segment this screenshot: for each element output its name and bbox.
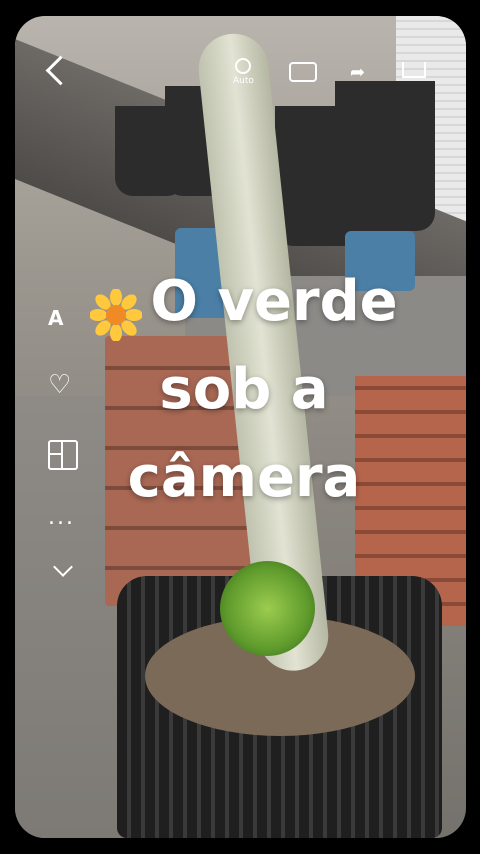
succulent: [220, 561, 315, 656]
story-caption[interactable]: O verde sob a câmera: [54, 258, 434, 522]
pot: [335, 81, 435, 231]
caption-line-1: O verde: [54, 258, 434, 346]
download-icon[interactable]: [402, 62, 426, 78]
auto-button[interactable]: Auto: [233, 58, 254, 86]
auto-label: Auto: [233, 76, 254, 86]
flower-emoji-icon: [89, 279, 144, 342]
share-icon[interactable]: ➦: [350, 62, 365, 83]
auto-icon: [235, 58, 252, 74]
caption-line-3: câmera: [127, 445, 361, 510]
caption-line-1-text: O verde: [150, 269, 398, 334]
camera-icon[interactable]: [289, 62, 317, 82]
caption-line-2: sob a: [159, 357, 329, 422]
